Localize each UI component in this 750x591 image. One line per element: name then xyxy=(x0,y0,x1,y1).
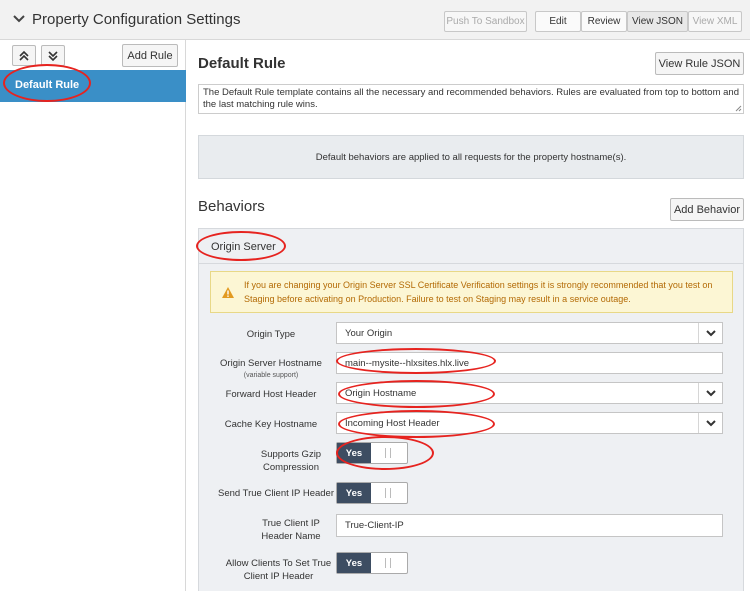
toggle-yes: Yes xyxy=(337,483,371,503)
rule-description-text: The Default Rule template contains all t… xyxy=(203,87,739,110)
toggle-grip-icon xyxy=(385,488,391,498)
double-chevron-up-icon xyxy=(19,50,29,61)
warning-icon xyxy=(222,287,234,298)
forward-host-label: Forward Host Header xyxy=(225,389,317,400)
origin-server-panel: Origin Server If you are changing your O… xyxy=(198,228,744,591)
warning-text: If you are changing your Origin Server S… xyxy=(244,280,713,304)
origin-server-title: Origin Server xyxy=(211,241,276,253)
cache-key-select[interactable]: Incoming Host Header xyxy=(336,412,723,434)
add-rule-button[interactable]: Add Rule xyxy=(122,44,178,67)
ip-header-name-input[interactable]: True-Client-IP xyxy=(336,514,723,537)
rule-editor: Default Rule View Rule JSON The Default … xyxy=(187,40,750,591)
send-client-ip-label: Send True Client IP Header xyxy=(217,488,334,499)
default-behaviors-note: Default behaviors are applied to all req… xyxy=(198,135,744,179)
view-json-button[interactable]: View JSON xyxy=(627,11,688,32)
hostname-label: Origin Server Hostname (variable support… xyxy=(211,357,331,381)
allow-client-ip-toggle[interactable]: Yes xyxy=(336,552,408,574)
chevron-down-icon xyxy=(705,329,716,336)
hostname-label-text: Origin Server Hostname xyxy=(220,358,322,369)
top-bar: Property Configuration Settings Push To … xyxy=(0,0,750,40)
behaviors-title: Behaviors xyxy=(198,198,265,215)
push-to-sandbox-button[interactable]: Push To Sandbox xyxy=(444,11,527,32)
origin-type-value: Your Origin xyxy=(345,328,393,339)
edit-button[interactable]: Edit xyxy=(535,11,581,32)
toggle-grip-icon xyxy=(385,448,391,458)
origin-type-label: Origin Type xyxy=(246,329,296,340)
resize-handle-icon[interactable] xyxy=(735,105,742,112)
toggle-yes: Yes xyxy=(337,553,371,573)
double-chevron-down-icon xyxy=(48,50,58,61)
chevron-down-icon xyxy=(705,389,716,396)
ssl-warning-banner: If you are changing your Origin Server S… xyxy=(210,271,733,313)
allow-client-ip-label: Allow Clients To Set True Client IP Head… xyxy=(225,558,332,582)
rules-sidebar: Add Rule Default Rule xyxy=(0,40,186,591)
send-client-ip-toggle[interactable]: Yes xyxy=(336,482,408,504)
toggle-grip-icon xyxy=(385,558,391,568)
origin-type-select[interactable]: Your Origin xyxy=(336,322,723,344)
cache-key-value: Incoming Host Header xyxy=(345,418,440,429)
rule-description-field[interactable]: The Default Rule template contains all t… xyxy=(198,84,744,114)
sidebar-item-default-rule[interactable]: Default Rule xyxy=(0,70,186,102)
move-up-button[interactable] xyxy=(12,45,36,66)
note-text: Default behaviors are applied to all req… xyxy=(315,151,627,163)
origin-hostname-value: main--mysite--hlxsites.hlx.live xyxy=(345,358,470,369)
chevron-down-icon[interactable] xyxy=(12,12,26,26)
add-behavior-button[interactable]: Add Behavior xyxy=(670,198,744,221)
origin-hostname-input[interactable]: main--mysite--hlxsites.hlx.live xyxy=(336,352,723,374)
ip-header-name-value: True-Client-IP xyxy=(345,520,404,531)
forward-host-value: Origin Hostname xyxy=(345,388,417,399)
gzip-toggle[interactable]: Yes xyxy=(336,442,408,464)
review-button[interactable]: Review xyxy=(581,11,627,32)
forward-host-select[interactable]: Origin Hostname xyxy=(336,382,723,404)
chevron-down-icon xyxy=(705,419,716,426)
variable-support-note: (variable support) xyxy=(243,372,299,379)
view-rule-json-button[interactable]: View Rule JSON xyxy=(655,52,744,75)
gzip-label: Supports Gzip Compression xyxy=(260,449,322,473)
move-down-button[interactable] xyxy=(41,45,65,66)
toggle-yes: Yes xyxy=(337,443,371,463)
panel-header: Origin Server xyxy=(199,229,743,264)
cache-key-label: Cache Key Hostname xyxy=(224,419,318,430)
page-title: Property Configuration Settings xyxy=(32,11,241,28)
view-xml-button[interactable]: View XML xyxy=(688,11,742,32)
rule-title: Default Rule xyxy=(198,55,286,72)
ip-header-name-label: True Client IP Header Name xyxy=(261,518,321,542)
